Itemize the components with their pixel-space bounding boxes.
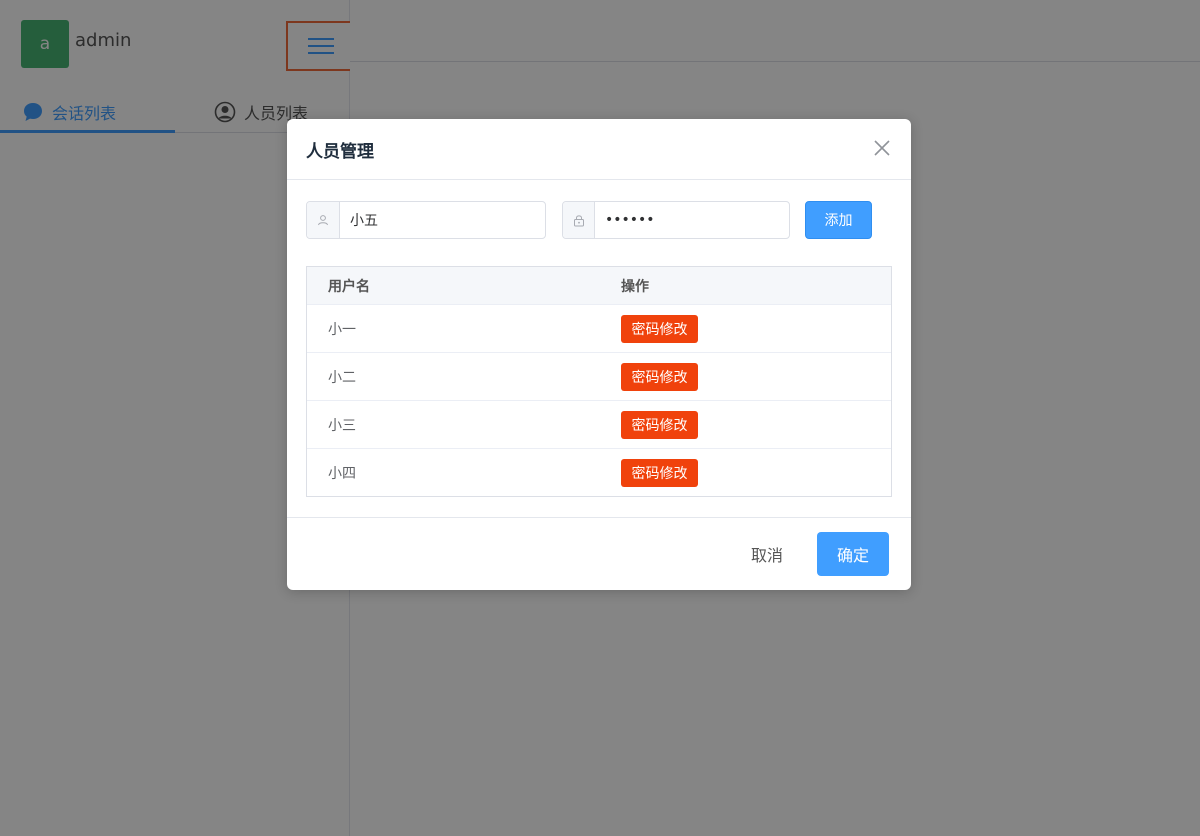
dialog-header: 人员管理: [287, 119, 911, 180]
change-password-button[interactable]: 密码修改: [621, 458, 698, 487]
change-password-button[interactable]: 密码修改: [621, 362, 698, 391]
change-password-button[interactable]: 密码修改: [621, 314, 698, 343]
add-user-button[interactable]: 添加: [805, 201, 872, 239]
table-header: 用户名 操作: [307, 267, 891, 305]
password-input-group: [562, 201, 790, 239]
people-management-dialog: 人员管理 小五 •••••• 添加 用户名 操作 小一 密码修改 小二 密码修改…: [287, 119, 911, 590]
add-user-form: 添加: [306, 201, 892, 239]
dialog-footer: 取消 确定: [287, 517, 911, 590]
column-header-username: 用户名: [328, 278, 370, 295]
table-row: 小三 密码修改: [307, 401, 891, 449]
row-username: 小二: [328, 369, 356, 386]
user-table: 用户名 操作 小一 密码修改 小二 密码修改 小三 密码修改 小四 密码修改: [306, 266, 892, 497]
lock-icon: [563, 202, 595, 238]
close-icon: [874, 140, 890, 156]
table-row: 小二 密码修改: [307, 353, 891, 401]
column-header-actions: 操作: [621, 278, 649, 295]
row-username: 小一: [328, 321, 356, 338]
row-username: 小三: [328, 417, 356, 434]
user-icon: [307, 202, 340, 238]
table-row: 小四 密码修改: [307, 449, 891, 496]
row-username: 小四: [328, 465, 356, 482]
change-password-button[interactable]: 密码修改: [621, 410, 698, 439]
cancel-button[interactable]: 取消: [739, 533, 795, 575]
close-button[interactable]: [873, 139, 891, 157]
dialog-title: 人员管理: [306, 142, 374, 162]
table-row: 小一 密码修改: [307, 305, 891, 353]
confirm-button[interactable]: 确定: [817, 532, 889, 576]
username-input-group: [306, 201, 546, 239]
username-input[interactable]: [340, 202, 545, 238]
password-input[interactable]: [595, 202, 789, 238]
